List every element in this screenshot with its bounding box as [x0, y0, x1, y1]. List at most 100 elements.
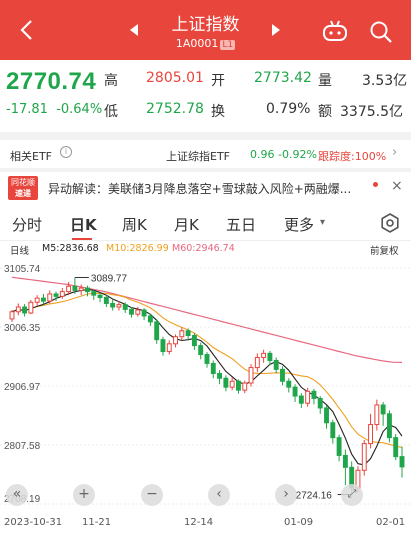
next-stock-icon[interactable]: [272, 24, 280, 36]
step-right-button[interactable]: ›: [275, 484, 297, 506]
ma5-line: [11, 289, 403, 466]
candle-down: [324, 407, 329, 424]
candle-down: [336, 437, 342, 456]
chart-period-tabs: 分时 日K 周K 月K 五日 更多 ▾: [0, 205, 411, 241]
min-annotation: 2724.16: [296, 491, 333, 502]
page-title: 上证指数: [171, 15, 240, 35]
candle-up: [78, 287, 84, 291]
zoom-out-button[interactable]: −: [141, 484, 163, 506]
candle-down: [280, 368, 285, 382]
etf-percent: -0.92%: [278, 148, 317, 161]
badge-bottom-text: 速递: [15, 189, 31, 198]
candle-down: [198, 345, 204, 356]
y-tick-label: 3105.74: [4, 264, 41, 275]
tab-weekly-k[interactable]: 周K: [122, 214, 147, 235]
section-divider: [0, 132, 411, 140]
candle-up: [59, 291, 65, 297]
info-icon[interactable]: i: [60, 146, 72, 158]
chevron-right-icon[interactable]: ›: [392, 145, 397, 160]
candle-down: [236, 380, 241, 391]
candle-down: [342, 454, 348, 468]
tab-fenshi[interactable]: 分时: [12, 214, 42, 235]
y-tick-label: 3006.35: [4, 323, 41, 334]
last-price: 2770.74: [6, 68, 97, 95]
search-icon[interactable]: [369, 20, 393, 44]
candle-down: [122, 304, 128, 310]
etf-price: 0.96: [250, 148, 275, 161]
candle-up: [166, 343, 172, 353]
tab-more[interactable]: 更多: [284, 214, 314, 235]
date-tick: 01-09: [284, 517, 314, 528]
moving-average-legend: 日线 M5:2836.68 M10:2826.99 M60:2946.74 前复…: [0, 242, 411, 257]
fullscreen-icon[interactable]: ⤢: [341, 484, 363, 506]
stock-code: 1A0001 L1: [0, 37, 411, 50]
candle-down: [380, 404, 386, 415]
step-left-button[interactable]: ‹: [208, 484, 230, 506]
tab-monthly-k[interactable]: 月K: [174, 214, 199, 235]
ma10-value: M10:2826.99: [106, 243, 169, 254]
candle-up: [28, 301, 34, 314]
candle-down: [154, 321, 160, 341]
low-label: 低: [104, 104, 118, 120]
news-ticker[interactable]: 同花顺 速递 异动解读：美联储3月降息落空+雪球敲入风险+两融爆... ×: [0, 174, 411, 202]
volume-label: 量: [318, 73, 332, 89]
candle-up: [135, 309, 141, 315]
quote-panel: 2770.74 -17.81 -0.64% 高 2805.01 低 2752.7…: [0, 60, 411, 138]
level-badge: L1: [220, 40, 236, 50]
chevron-down-icon[interactable]: ▾: [320, 217, 325, 228]
y-tick-label: 2906.97: [4, 382, 41, 393]
amount-label: 额: [318, 104, 332, 120]
news-badge: 同花顺 速递: [8, 176, 38, 200]
scroll-left-button[interactable]: «: [6, 484, 28, 506]
candle-down: [210, 362, 216, 375]
candle-up: [116, 304, 122, 308]
amount-value: 3375.5亿: [340, 104, 403, 120]
zoom-in-button[interactable]: +: [73, 484, 95, 506]
candle-up: [173, 336, 178, 345]
candle-down: [273, 359, 279, 370]
high-value: 2805.01: [146, 70, 204, 86]
turnover-label: 换: [211, 104, 225, 120]
section-divider: [0, 168, 411, 172]
candle-up: [229, 380, 235, 388]
candle-down: [53, 293, 59, 297]
etf-name: 上证综指ETF: [166, 150, 230, 163]
close-icon[interactable]: ×: [391, 178, 403, 194]
settings-gear-icon[interactable]: [380, 213, 400, 233]
candle-up: [66, 285, 72, 293]
stock-code-text: 1A0001: [175, 37, 219, 50]
unread-dot: [373, 182, 378, 187]
candle-down: [110, 302, 116, 308]
price-change: -17.81 -0.64%: [6, 102, 102, 117]
turnover-value: 0.79%: [266, 101, 311, 117]
candle-down: [286, 380, 292, 388]
active-tab-indicator: [72, 238, 92, 240]
candle-down: [292, 386, 298, 397]
candle-down: [97, 294, 103, 299]
date-tick: 11-21: [82, 517, 112, 528]
candle-up: [368, 424, 373, 445]
ma5-value: M5:2836.68: [42, 243, 99, 254]
candle-down: [393, 437, 399, 458]
candle-down: [72, 285, 78, 291]
candle-down: [223, 377, 229, 388]
change-value: -17.81: [6, 102, 48, 117]
candle-down: [317, 397, 323, 409]
candle-down: [103, 297, 109, 304]
candlestick-chart[interactable]: 3105.743006.352906.972807.582708.193089.…: [0, 258, 411, 514]
change-percent: -0.64%: [56, 102, 103, 117]
related-etf-label: 相关ETF: [10, 150, 52, 163]
robot-assistant-icon[interactable]: [322, 20, 348, 42]
related-etf-row[interactable]: 相关ETF i 上证综指ETF 0.96 -0.92% 跟踪度:100% ›: [0, 140, 411, 170]
candle-down: [330, 422, 336, 439]
tab-five-day[interactable]: 五日: [226, 214, 256, 235]
tab-daily-k[interactable]: 日K: [70, 214, 97, 235]
low-value: 2752.78: [146, 101, 204, 117]
open-value: 2773.42: [254, 70, 312, 86]
candle-up: [374, 404, 380, 426]
date-axis: 2023-10-31 11-21 12-14 01-09 02-01: [0, 514, 411, 536]
adjust-mode[interactable]: 前复权: [370, 243, 399, 257]
date-tick: 02-01: [376, 517, 406, 528]
high-label: 高: [104, 73, 118, 89]
max-annotation: 3089.77: [91, 273, 128, 284]
